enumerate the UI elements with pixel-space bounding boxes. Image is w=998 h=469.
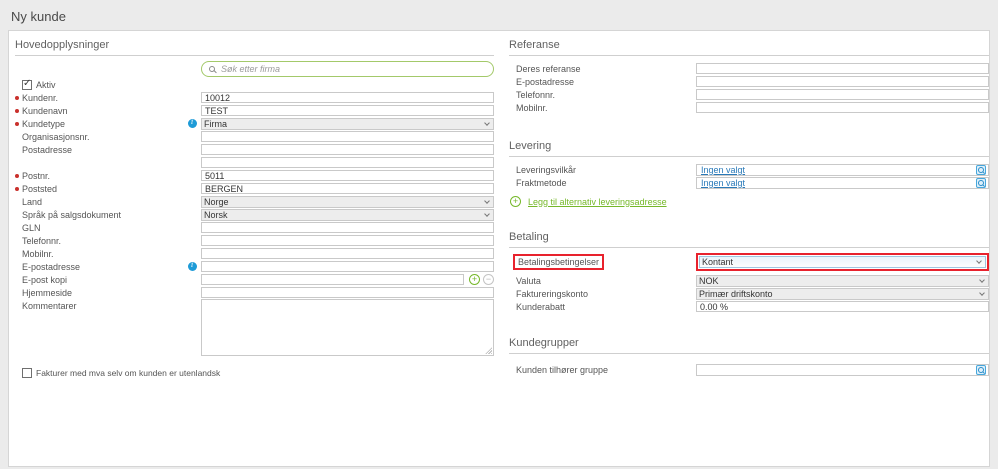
- leveringsvilkar-link[interactable]: Ingen valgt: [701, 165, 745, 175]
- section-title-referanse: Referanse: [509, 31, 989, 51]
- kundenavn-label: Kundenavn: [22, 106, 68, 116]
- deres-referanse-label: Deres referanse: [516, 64, 581, 74]
- deres-referanse-input[interactable]: [696, 63, 989, 74]
- remove-email-copy-button[interactable]: [483, 274, 494, 285]
- valuta-label: Valuta: [516, 276, 541, 286]
- section-divider: [509, 55, 989, 56]
- mobilnr-input[interactable]: [201, 248, 494, 259]
- land-label: Land: [22, 197, 42, 207]
- aktiv-label: Aktiv: [36, 80, 56, 90]
- organisasjonsnr-label: Organisasjonsnr.: [22, 132, 90, 142]
- section-divider: [15, 55, 494, 56]
- betalingsbetingelser-select[interactable]: Kontant: [699, 256, 986, 268]
- valuta-select[interactable]: NOK: [696, 275, 989, 287]
- kundetype-label: Kundetype: [22, 119, 65, 129]
- required-marker-icon: [15, 96, 19, 100]
- fraktmetode-label: Fraktmetode: [516, 178, 567, 188]
- hjemmeside-label: Hjemmeside: [22, 288, 72, 298]
- gln-label: GLN: [22, 223, 41, 233]
- ref-telefonnr-input[interactable]: [696, 89, 989, 100]
- fraktmetode-picker[interactable]: Ingen valgt: [696, 177, 989, 189]
- fraktmetode-link[interactable]: Ingen valgt: [701, 178, 745, 188]
- section-divider: [509, 353, 989, 354]
- kommentarer-textarea[interactable]: [201, 299, 494, 356]
- aktiv-checkbox[interactable]: [22, 80, 32, 90]
- telefonnr-input[interactable]: [201, 235, 494, 246]
- telefonnr-label: Telefonnr.: [22, 236, 61, 246]
- kundenavn-input[interactable]: [201, 105, 494, 116]
- betalingsbetingelser-value-annotation: Kontant: [696, 253, 989, 271]
- lookup-icon[interactable]: [976, 178, 986, 188]
- ref-epostadresse-input[interactable]: [696, 76, 989, 87]
- required-marker-icon: [15, 122, 19, 126]
- search-icon: [209, 66, 215, 72]
- main-info-column: Hovedopplysninger Aktiv Kundenr. Kundena…: [15, 31, 494, 466]
- company-search-field[interactable]: [201, 61, 494, 77]
- add-email-copy-button[interactable]: [469, 274, 480, 285]
- new-customer-form: Hovedopplysninger Aktiv Kundenr. Kundena…: [8, 30, 990, 467]
- ref-epostadresse-label: E-postadresse: [516, 77, 574, 87]
- epostadresse-label: E-postadresse: [22, 262, 80, 272]
- add-icon[interactable]: [510, 196, 521, 207]
- kundenr-input[interactable]: [201, 92, 494, 103]
- kunderabatt-input[interactable]: [696, 301, 989, 312]
- required-marker-icon: [15, 187, 19, 191]
- postadresse-input-2[interactable]: [201, 157, 494, 168]
- leveringsvilkar-picker[interactable]: Ingen valgt: [696, 164, 989, 176]
- land-select[interactable]: Norge: [201, 196, 494, 208]
- info-icon[interactable]: [188, 119, 197, 128]
- add-delivery-address-link[interactable]: Legg til alternativ leveringsadresse: [528, 197, 667, 207]
- gln-input[interactable]: [201, 222, 494, 233]
- section-divider: [509, 247, 989, 248]
- epostkopi-input[interactable]: [201, 274, 464, 285]
- kundetype-select[interactable]: Firma: [201, 118, 494, 130]
- section-title-kundegrupper: Kundegrupper: [509, 329, 989, 349]
- fakturer-mva-checkbox[interactable]: [22, 368, 32, 378]
- ref-mobilnr-label: Mobilnr.: [516, 103, 548, 113]
- detail-column: Referanse Deres referanse E-postadresse …: [509, 31, 989, 466]
- epostadresse-input[interactable]: [201, 261, 494, 272]
- betalingsbetingelser-annotation: Betalingsbetingelser: [513, 254, 604, 270]
- leveringsvilkar-label: Leveringsvilkår: [516, 165, 576, 175]
- section-title-hovedopplysninger: Hovedopplysninger: [15, 31, 494, 51]
- organisasjonsnr-input[interactable]: [201, 131, 494, 142]
- page-title: Ny kunde: [0, 0, 998, 30]
- poststed-input[interactable]: [201, 183, 494, 194]
- required-marker-icon: [15, 109, 19, 113]
- kunderabatt-label: Kunderabatt: [516, 302, 565, 312]
- postadresse-input-1[interactable]: [201, 144, 494, 155]
- postadresse-label: Postadresse: [22, 145, 72, 155]
- lookup-icon[interactable]: [976, 165, 986, 175]
- faktureringskonto-select[interactable]: Primær driftskonto: [696, 288, 989, 300]
- kundegruppe-label: Kunden tilhører gruppe: [516, 365, 608, 375]
- info-icon[interactable]: [188, 262, 197, 271]
- kundenr-label: Kundenr.: [22, 93, 58, 103]
- postnr-label: Postnr.: [22, 171, 50, 181]
- faktureringskonto-label: Faktureringskonto: [516, 289, 588, 299]
- company-search-input[interactable]: [219, 63, 486, 75]
- ref-telefonnr-label: Telefonnr.: [516, 90, 555, 100]
- section-divider: [509, 156, 989, 157]
- section-title-betaling: Betaling: [509, 223, 989, 243]
- kommentarer-label: Kommentarer: [22, 301, 77, 311]
- ref-mobilnr-input[interactable]: [696, 102, 989, 113]
- hjemmeside-input[interactable]: [201, 287, 494, 298]
- lookup-icon[interactable]: [976, 365, 986, 375]
- sprak-label: Språk på salgsdokument: [22, 210, 121, 220]
- section-title-levering: Levering: [509, 132, 989, 152]
- kundegruppe-picker[interactable]: [696, 364, 989, 376]
- poststed-label: Poststed: [22, 184, 57, 194]
- sprak-select[interactable]: Norsk: [201, 209, 494, 221]
- postnr-input[interactable]: [201, 170, 494, 181]
- epostkopi-label: E-post kopi: [22, 275, 67, 285]
- betalingsbetingelser-label: Betalingsbetingelser: [518, 257, 599, 267]
- mobilnr-label: Mobilnr.: [22, 249, 54, 259]
- required-marker-icon: [15, 174, 19, 178]
- fakturer-mva-label: Fakturer med mva selv om kunden er utenl…: [36, 368, 220, 378]
